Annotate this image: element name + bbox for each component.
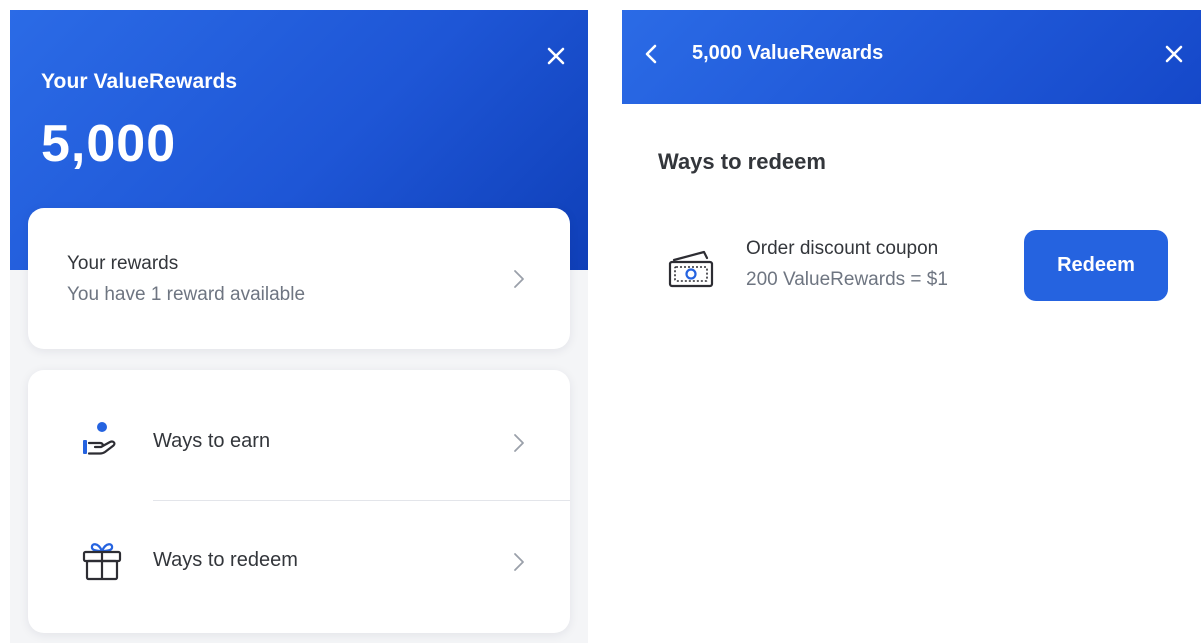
- rewards-available-text: You have 1 reward available: [67, 284, 306, 305]
- rewards-points-balance: 5,000: [41, 115, 177, 173]
- menu-item-ways-to-redeem[interactable]: Ways to redeem: [28, 501, 570, 621]
- your-rewards-title: Your rewards: [67, 253, 179, 274]
- rewards-menu-card: Ways to earn Ways to redeem: [28, 370, 570, 633]
- hand-coin-icon: [83, 422, 116, 455]
- gift-icon: [82, 543, 122, 581]
- redeem-button[interactable]: Redeem: [1024, 230, 1168, 301]
- back-arrow-icon[interactable]: [642, 42, 662, 66]
- chevron-right-icon: [514, 434, 524, 452]
- coupon-rate: 200 ValueRewards = $1: [746, 269, 948, 290]
- coupon-title: Order discount coupon: [746, 238, 939, 259]
- rewards-title: Your ValueRewards: [41, 70, 238, 93]
- menu-item-label: Ways to redeem: [153, 549, 298, 571]
- section-title: Ways to redeem: [658, 149, 826, 174]
- chevron-right-icon: [514, 553, 524, 571]
- close-icon[interactable]: [544, 44, 568, 68]
- cash-icon: [668, 250, 714, 288]
- menu-item-label: Ways to earn: [153, 430, 271, 452]
- panel-title: 5,000 ValueRewards: [692, 42, 884, 64]
- ways-to-redeem-panel: 5,000 ValueRewards Ways to redeem Order …: [622, 10, 1201, 643]
- your-rewards-card[interactable]: Your rewards You have 1 reward available: [28, 208, 570, 349]
- chevron-right-icon: [514, 270, 524, 288]
- rewards-summary-panel: Your ValueRewards 5,000 Your rewards You…: [10, 10, 588, 643]
- menu-item-ways-to-earn[interactable]: Ways to earn: [28, 382, 570, 502]
- panel-header: 5,000 ValueRewards: [622, 10, 1201, 104]
- close-icon[interactable]: [1163, 43, 1185, 65]
